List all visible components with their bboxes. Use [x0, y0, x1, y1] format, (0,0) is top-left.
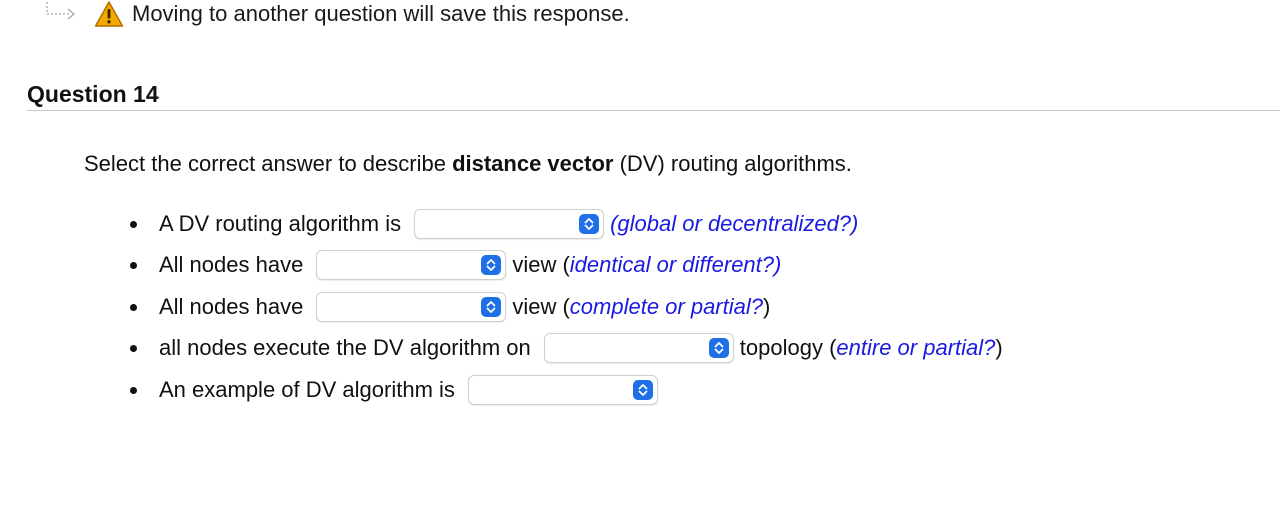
item-text-close: )	[763, 293, 771, 319]
item-text: An example of DV algorithm is	[159, 376, 455, 402]
save-notice: Moving to another question will save thi…	[44, 0, 630, 28]
list-item: all nodes execute the DV algorithm on to…	[130, 328, 1003, 370]
answer-select-5[interactable]	[467, 374, 658, 405]
chevron-updown-icon	[708, 338, 729, 359]
item-text: All nodes have	[159, 293, 304, 319]
answer-select-4[interactable]	[543, 333, 734, 364]
prompt-text-pre: Select the correct answer to describe	[84, 151, 453, 176]
warning-icon	[94, 1, 124, 27]
answer-select-1[interactable]	[414, 208, 605, 239]
list-item: An example of DV algorithm is	[130, 369, 1003, 411]
list-item: A DV routing algorithm is (global or dec…	[130, 203, 1003, 245]
page: Moving to another question will save thi…	[0, 0, 1280, 519]
answer-select-2[interactable]	[316, 250, 507, 281]
answer-select-3[interactable]	[316, 291, 507, 322]
item-hint: complete or partial?	[569, 293, 763, 319]
return-arrow-icon	[46, 2, 76, 20]
chevron-updown-icon	[579, 213, 600, 234]
question-title: Question 14	[27, 81, 159, 107]
item-text-after: view (	[512, 252, 570, 278]
item-text: all nodes execute the DV algorithm on	[159, 335, 531, 361]
item-text-after: view (	[512, 293, 570, 319]
list-item: All nodes have view (complete or partial…	[130, 286, 1003, 328]
prompt-text-post: (DV) routing algorithms.	[613, 151, 852, 176]
chevron-updown-icon	[481, 255, 502, 276]
item-hint: (global or decentralized?)	[610, 210, 859, 236]
item-text: A DV routing algorithm is	[159, 210, 402, 236]
prompt-text-bold: distance vector	[452, 151, 614, 176]
list-item: All nodes have view (identical or differ…	[130, 245, 1003, 287]
chevron-updown-icon	[481, 296, 502, 317]
question-prompt: Select the correct answer to describe di…	[84, 148, 852, 180]
item-hint: entire or partial?	[836, 335, 996, 361]
answer-list: A DV routing algorithm is (global or dec…	[130, 203, 1003, 411]
item-text: All nodes have	[159, 252, 304, 278]
item-text-after: topology (	[739, 335, 837, 361]
question-heading: Question 14	[27, 78, 1280, 111]
chevron-updown-icon	[632, 379, 653, 400]
item-text-close: )	[995, 335, 1003, 361]
notice-text: Moving to another question will save thi…	[132, 1, 630, 26]
item-hint: identical or different?)	[569, 252, 782, 278]
